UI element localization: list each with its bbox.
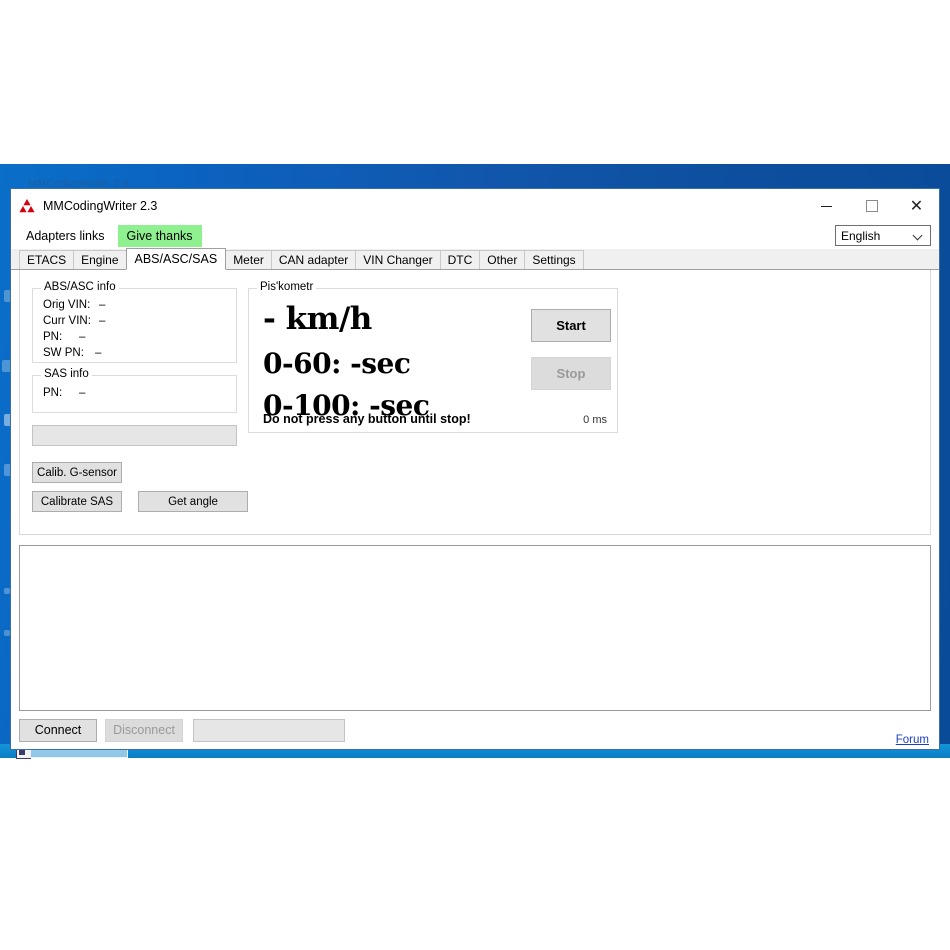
tab-abs-asc-sas[interactable]: ABS/ASC/SAS xyxy=(125,248,227,270)
disconnect-button[interactable]: Disconnect xyxy=(105,718,183,742)
tab-page-abs-asc-sas: ABS/ASC info Orig VIN: – Curr VIN: – PN: – … xyxy=(19,270,931,535)
row-pn-label: PN: xyxy=(43,331,63,343)
row-curr-vin-label: Curr VIN: xyxy=(43,315,91,327)
tab-meter[interactable]: Meter xyxy=(225,250,272,269)
row-orig-vin-value: – xyxy=(99,299,106,311)
row-sas-pn: PN: – xyxy=(43,387,85,399)
title-bar: MMCodingWriter 2.3 ✕ xyxy=(11,189,939,223)
maximize-icon[interactable] xyxy=(849,189,894,223)
group-piskometr-title: Pis'kometr xyxy=(257,281,317,293)
menu-item-adapters-links[interactable]: Adapters links xyxy=(19,226,112,246)
row-pn: PN: – xyxy=(43,331,85,343)
get-angle-button[interactable]: Get angle xyxy=(138,491,248,512)
log-output-area[interactable] xyxy=(19,545,931,711)
status-bar: Connect Disconnect Forum xyxy=(11,711,939,749)
row-sas-pn-label: PN: xyxy=(43,387,63,399)
menu-bar: Adapters links Give thanks English xyxy=(11,223,939,249)
zero-to-sixty-readout: 0-60: -sec xyxy=(263,347,411,380)
calibrate-sas-button[interactable]: Calibrate SAS xyxy=(32,491,122,512)
stop-button[interactable]: Stop xyxy=(531,357,611,390)
group-piskometr: Pis'kometr - km/h 0-60: -sec 0-100: -sec… xyxy=(248,281,618,433)
start-button[interactable]: Start xyxy=(531,309,611,342)
row-orig-vin: Orig VIN: – xyxy=(43,299,105,311)
calib-g-sensor-button[interactable]: Calib. G-sensor xyxy=(32,462,122,483)
tab-settings[interactable]: Settings xyxy=(524,250,584,269)
row-pn-value: – xyxy=(79,331,86,343)
tab-strip: ETACS Engine ABS/ASC/SAS Meter CAN adapter VI… xyxy=(11,248,939,270)
row-orig-vin-label: Orig VIN: xyxy=(43,299,91,311)
row-curr-vin: Curr VIN: – xyxy=(43,315,105,327)
tab-can-adapter[interactable]: CAN adapter xyxy=(270,250,357,269)
row-sw-pn-label: SW PN: xyxy=(43,347,84,359)
chevron-down-icon xyxy=(914,231,923,240)
row-sw-pn-value: – xyxy=(95,347,102,359)
window-title: MMCodingWriter 2.3 xyxy=(43,199,158,213)
elapsed-ms-label: 0 ms xyxy=(583,414,607,426)
tab-engine[interactable]: Engine xyxy=(73,250,127,269)
group-sas-info-title: SAS info xyxy=(41,368,92,380)
app-window: MMCodingWriter 2.3 ✕ Adapters links Give… xyxy=(10,188,940,750)
group-abs-asc-info-title: ABS/ASC info xyxy=(41,281,119,293)
screen: e m MMCodingWriter 2.3 MMCodingWriter 2.… xyxy=(0,0,950,950)
tab-other[interactable]: Other xyxy=(479,250,526,269)
tab-dtc[interactable]: DTC xyxy=(439,250,481,269)
minimize-icon[interactable] xyxy=(804,189,849,223)
speed-readout: - km/h xyxy=(263,301,372,337)
log-output-text xyxy=(20,546,930,710)
group-sas-info: SAS info PN: – xyxy=(32,368,237,413)
connection-status-field xyxy=(193,718,345,742)
group-abs-asc-info: ABS/ASC info Orig VIN: – Curr VIN: – PN: – … xyxy=(32,281,237,363)
row-curr-vin-value: – xyxy=(99,315,106,327)
mitsubishi-three-diamond-icon xyxy=(18,198,36,214)
piskometr-hint: Do not press any button until stop! xyxy=(263,412,471,426)
forum-link[interactable]: Forum xyxy=(896,734,929,746)
row-sw-pn: SW PN: – xyxy=(43,347,101,359)
row-sas-pn-value: – xyxy=(79,387,86,399)
window-controls: ✕ xyxy=(804,189,939,223)
tab-etacs[interactable]: ETACS xyxy=(19,250,75,269)
tab-vin-changer[interactable]: VIN Changer xyxy=(355,250,441,269)
language-select-value: English xyxy=(841,228,881,243)
close-icon[interactable]: ✕ xyxy=(894,189,939,223)
abs-status-field xyxy=(32,425,237,446)
language-select[interactable]: English xyxy=(835,225,931,246)
connect-button[interactable]: Connect xyxy=(19,718,97,742)
menu-item-give-thanks[interactable]: Give thanks xyxy=(117,225,202,247)
